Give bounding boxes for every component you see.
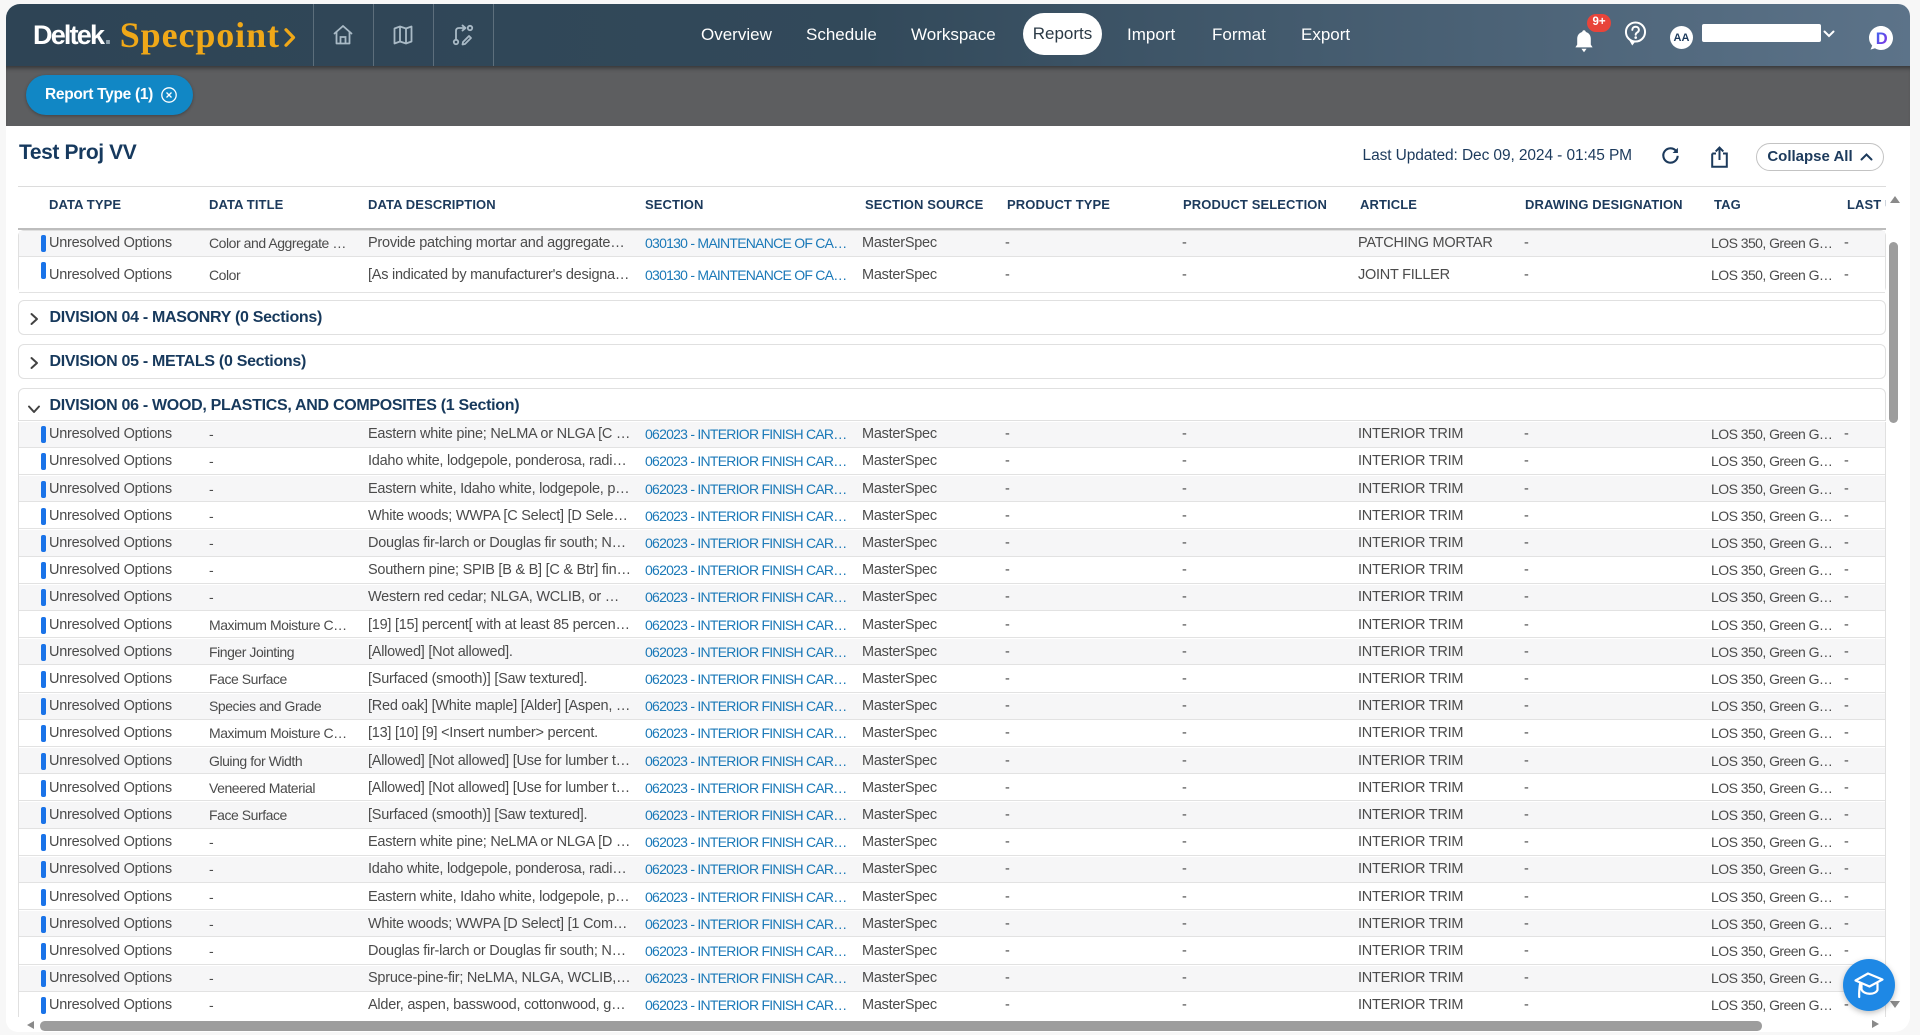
svg-text:D: D bbox=[1876, 30, 1888, 48]
